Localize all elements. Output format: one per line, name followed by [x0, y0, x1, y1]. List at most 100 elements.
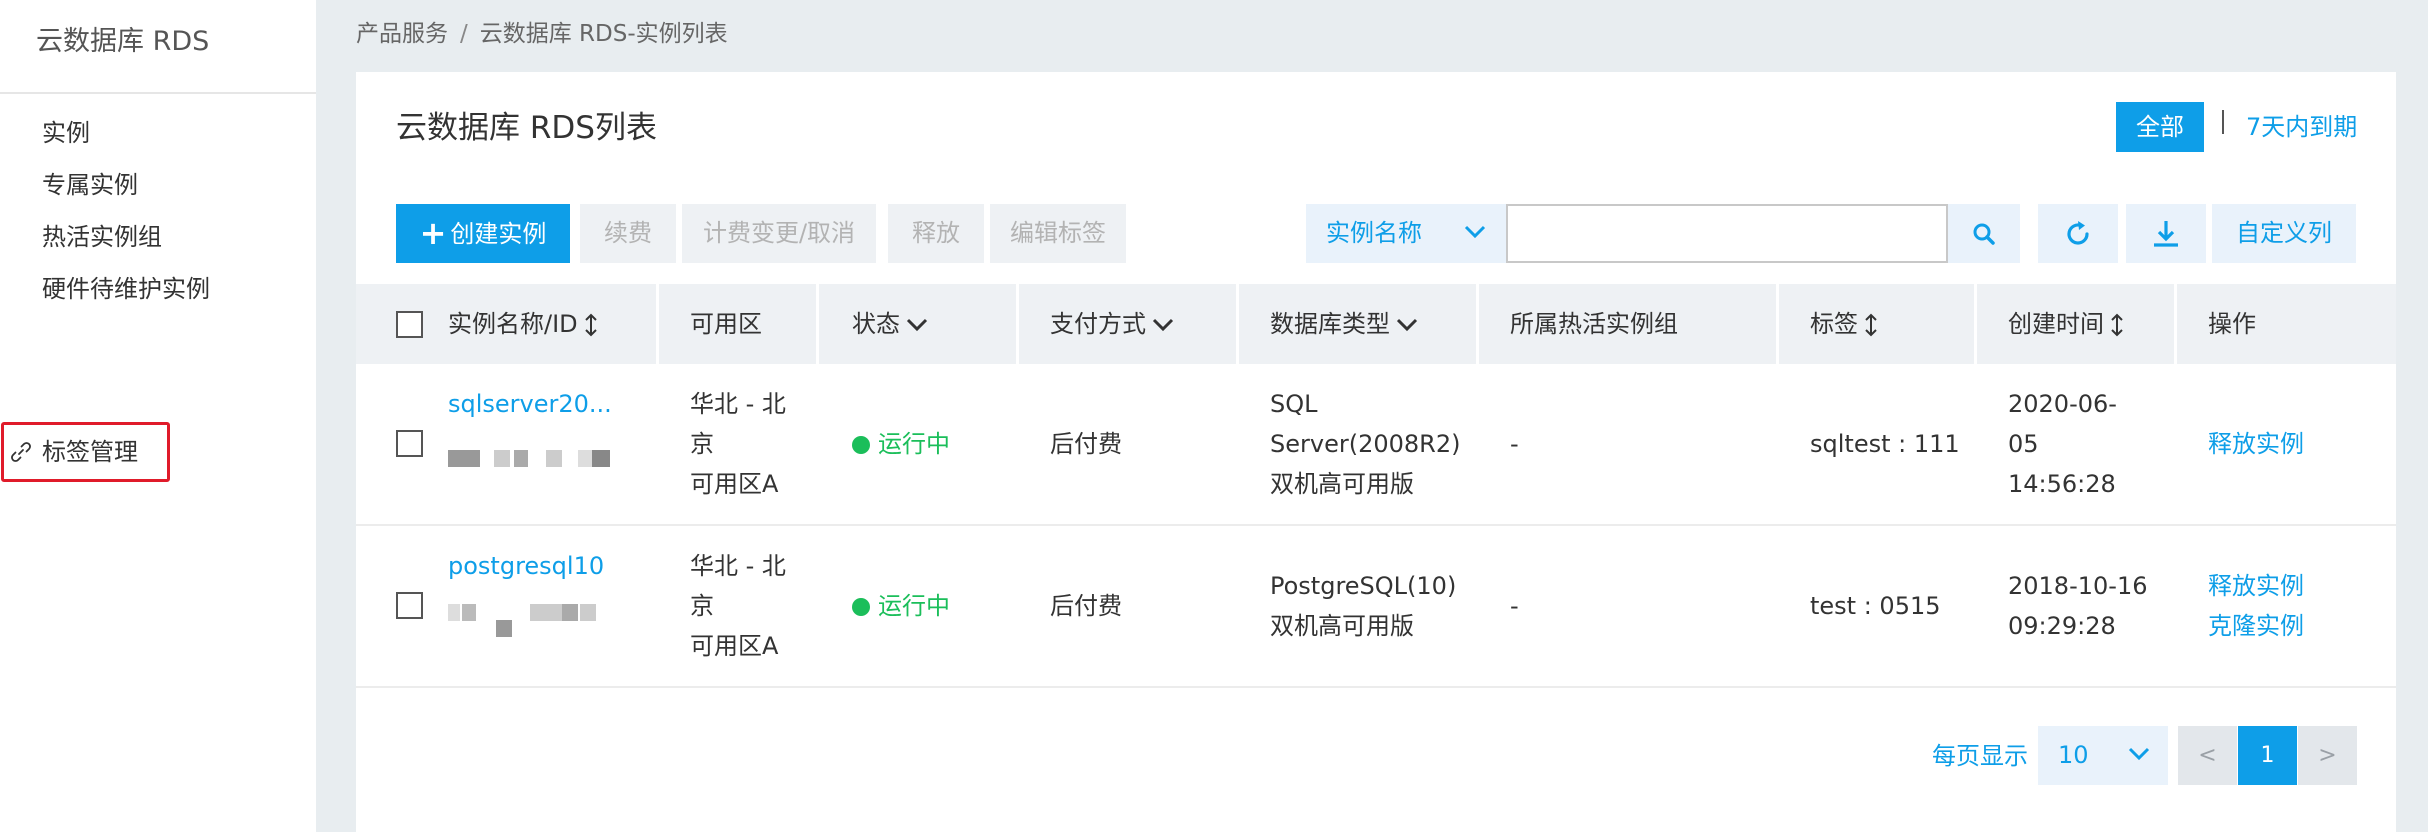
column-divider: [656, 284, 659, 364]
instance-name-link[interactable]: postgresql10: [448, 546, 604, 586]
sidebar-item-tag-management[interactable]: 标签管理: [42, 432, 138, 472]
page-size-select[interactable]: 10: [2038, 726, 2168, 785]
header-actions: 操作: [2208, 310, 2256, 338]
download-icon: [2154, 220, 2178, 247]
tags-value: sqltest : 111: [1810, 430, 1960, 458]
db-type-line-1: PostgreSQL(10): [1270, 572, 1457, 600]
create-instance-button[interactable]: + 创建实例: [396, 204, 570, 263]
select-all-checkbox[interactable]: [396, 311, 423, 338]
chevron-down-icon: [2128, 747, 2150, 761]
instance-list-card: 云数据库 RDS列表 全部 7天内到期 + 创建实例 续费 计费变更/取消 释放 …: [356, 72, 2396, 832]
payment-method: 后付费: [1050, 592, 1122, 620]
sidebar-item-hardware-maintenance[interactable]: 硬件待维护实例: [42, 269, 210, 309]
header-tags[interactable]: 标签: [1810, 284, 1878, 364]
custom-columns-button[interactable]: 自定义列: [2212, 204, 2356, 263]
column-divider: [2174, 284, 2177, 364]
column-divider: [816, 284, 819, 364]
header-db-type[interactable]: 数据库类型: [1270, 284, 1418, 364]
header-name[interactable]: 实例名称/ID: [448, 284, 598, 364]
sort-icon: [584, 313, 597, 337]
tags-value: test : 0515: [1810, 592, 1941, 620]
filter-divider: [2222, 110, 2224, 134]
column-divider: [1776, 284, 1779, 364]
create-instance-label: 创建实例: [450, 220, 547, 248]
created-line-3: 14:56:28: [2008, 470, 2116, 498]
table-header: 实例名称/ID 可用区 状态 支付方式 数据库类型 所属热活实例组 标签 创建时…: [356, 284, 2396, 364]
instance-name-link[interactable]: sqlserver20...: [448, 384, 612, 424]
link-icon: [11, 442, 31, 462]
sidebar-item-instances[interactable]: 实例: [42, 113, 90, 153]
filter-expiring-7days-link[interactable]: 7天内到期: [2246, 102, 2357, 152]
breadcrumb-parent[interactable]: 产品服务: [356, 21, 448, 47]
row-checkbox[interactable]: [396, 592, 423, 619]
column-divider: [1016, 284, 1019, 364]
page-size-value: 10: [2058, 741, 2089, 769]
db-type-line-2: 双机高可用版: [1270, 612, 1414, 640]
filter-all-button[interactable]: 全部: [2116, 102, 2204, 152]
zone-line-2: 京: [690, 592, 714, 620]
zone-line-3: 可用区A: [690, 470, 779, 498]
page-1-button[interactable]: 1: [2238, 726, 2297, 785]
next-page-button[interactable]: >: [2298, 726, 2357, 785]
breadcrumb-current: 云数据库 RDS-实例列表: [479, 21, 728, 47]
zone-line-2: 京: [690, 430, 714, 458]
search-button[interactable]: [1948, 204, 2020, 263]
payment-method: 后付费: [1050, 430, 1122, 458]
status-badge: 运行中: [852, 424, 950, 464]
db-type-line-2: Server(2008R2): [1270, 430, 1461, 458]
download-button[interactable]: [2126, 204, 2206, 263]
chevron-down-icon: [1152, 318, 1174, 332]
sidebar-item-hot-active-groups[interactable]: 热活实例组: [42, 217, 162, 257]
zone-line-1: 华北 - 北: [690, 390, 786, 418]
refresh-button[interactable]: [2038, 204, 2118, 263]
status-badge: 运行中: [852, 586, 950, 626]
created-line-2: 09:29:28: [2008, 612, 2116, 640]
sidebar-title: 云数据库 RDS: [0, 0, 316, 94]
header-zone: 可用区: [690, 310, 762, 338]
sidebar-item-dedicated-instances[interactable]: 专属实例: [42, 165, 138, 205]
created-line-2: 05: [2008, 430, 2039, 458]
header-status[interactable]: 状态: [852, 284, 928, 364]
chevron-down-icon: [906, 318, 928, 332]
breadcrumb-separator: /: [460, 21, 468, 47]
search-field-value: 实例名称: [1326, 219, 1422, 247]
sidebar: 云数据库 RDS 实例 专属实例 热活实例组 硬件待维护实例 标签管理: [0, 0, 316, 832]
hot-group-value: -: [1510, 592, 1519, 620]
search-icon: [1973, 223, 1995, 245]
column-divider: [1974, 284, 1977, 364]
column-divider: [1236, 284, 1239, 364]
breadcrumb: 产品服务 / 云数据库 RDS-实例列表: [356, 14, 728, 48]
search-field-select[interactable]: 实例名称: [1306, 204, 1506, 263]
per-page-label: 每页显示: [1932, 742, 2028, 770]
sort-icon: [1865, 313, 1877, 337]
prev-page-button[interactable]: <: [2178, 726, 2237, 785]
refresh-icon: [2067, 220, 2089, 245]
release-button[interactable]: 释放: [888, 204, 984, 263]
search-input[interactable]: [1506, 204, 1948, 263]
chevron-down-icon: [1396, 318, 1418, 332]
edit-tags-button[interactable]: 编辑标签: [990, 204, 1126, 263]
header-created[interactable]: 创建时间: [2008, 284, 2124, 364]
release-instance-link[interactable]: 释放实例: [2208, 424, 2304, 464]
plus-icon: +: [419, 214, 447, 252]
row-checkbox[interactable]: [396, 430, 423, 457]
column-divider: [1476, 284, 1479, 364]
table-row: sqlserver20... 华北 - 北 京 可用区A 运行中 后付费 SQL…: [356, 364, 2396, 526]
renew-button[interactable]: 续费: [580, 204, 676, 263]
page-title: 云数据库 RDS列表: [396, 110, 657, 146]
db-type-line-1: SQL: [1270, 390, 1318, 418]
status-dot-icon: [852, 598, 870, 616]
db-type-line-3: 双机高可用版: [1270, 470, 1414, 498]
created-line-1: 2020-06-: [2008, 390, 2117, 418]
created-line-1: 2018-10-16: [2008, 572, 2148, 600]
sort-icon: [2111, 313, 2123, 337]
hot-group-value: -: [1510, 430, 1519, 458]
release-instance-link[interactable]: 释放实例: [2208, 566, 2304, 606]
status-dot-icon: [852, 436, 870, 454]
zone-line-3: 可用区A: [690, 632, 779, 660]
clone-instance-link[interactable]: 克隆实例: [2208, 606, 2304, 646]
billing-change-button[interactable]: 计费变更/取消: [682, 204, 876, 263]
header-payment[interactable]: 支付方式: [1050, 284, 1174, 364]
header-hot-group: 所属热活实例组: [1510, 310, 1678, 338]
table-row: postgresql10 华北 - 北 京 可用区A 运行中 后付费 Postg…: [356, 526, 2396, 688]
